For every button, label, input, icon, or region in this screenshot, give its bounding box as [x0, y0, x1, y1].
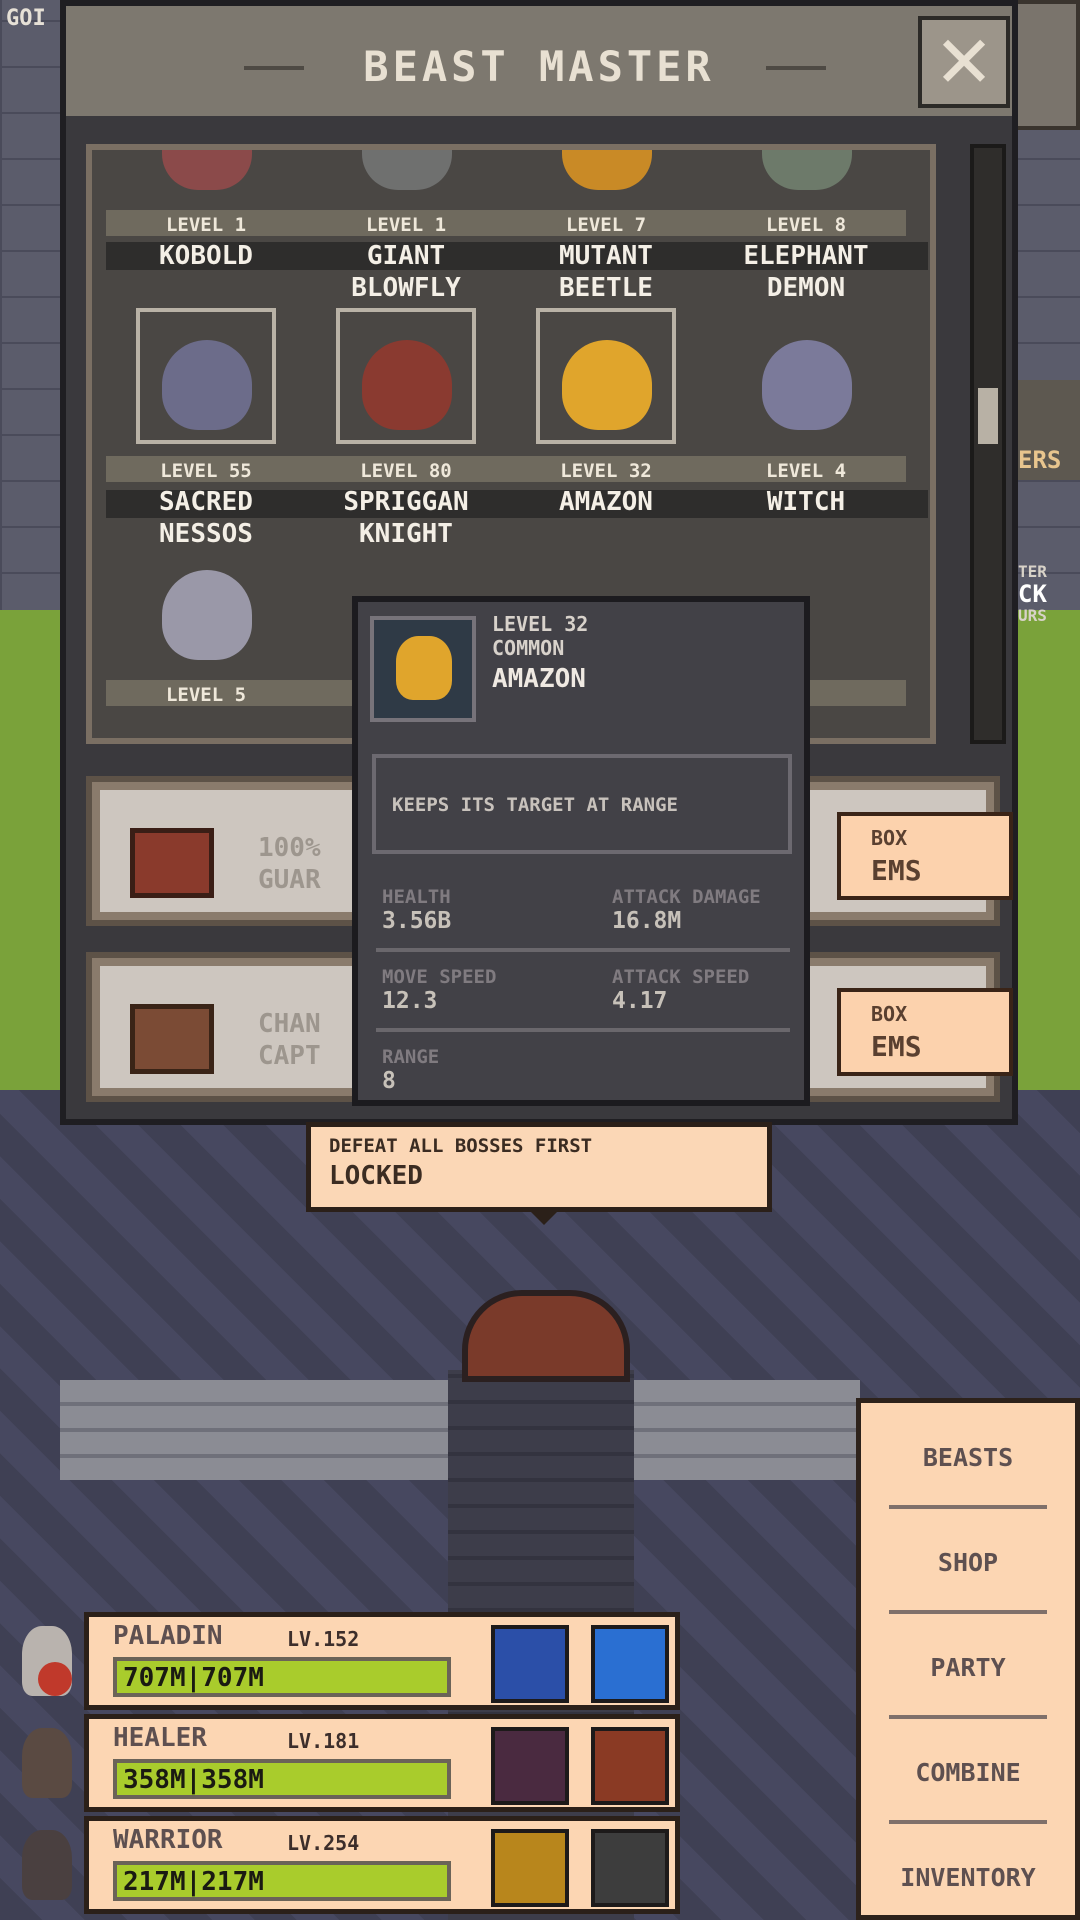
chest-text: 100% [258, 833, 321, 863]
golem-skill-icon[interactable] [591, 1829, 669, 1907]
main-menu: BEASTS SHOP PARTY COMBINE INVENTORY [856, 1398, 1080, 1920]
menu-shop[interactable]: SHOP [861, 1548, 1075, 1577]
party-member-warrior[interactable]: WARRIOR LV.254 217M|217M [0, 1816, 680, 1914]
beast-portrait [370, 616, 476, 722]
tooltip-name: AMAZON [492, 664, 586, 694]
menu-party[interactable]: PARTY [861, 1653, 1075, 1682]
chest-text: GUAR [258, 865, 321, 895]
beast-name: AMAZON [559, 487, 653, 517]
beast-name: ELEPHANT [743, 241, 869, 271]
health-bar: 358M|358M [113, 1759, 451, 1799]
party-member-healer[interactable]: HEALER LV.181 358M|358M [0, 1714, 680, 1812]
beast-sprite [362, 340, 452, 430]
buy-chest-button[interactable]: BOX EMS [837, 988, 1013, 1076]
attack-damage-label: ATTACK DAMAGE [612, 886, 761, 908]
attack-speed-value: 4.17 [612, 988, 668, 1014]
beast-level: LEVEL 4 [765, 460, 847, 482]
menu-beasts[interactable]: BEASTS [861, 1443, 1075, 1472]
health-value: 3.56B [382, 908, 452, 934]
beast-name: BLOWFLY [351, 273, 461, 303]
side-text-fragment: TER [1018, 562, 1047, 581]
beast-sprite [762, 150, 852, 190]
attack-speed-label: ATTACK SPEED [612, 966, 750, 988]
move-speed-label: MOVE SPEED [382, 966, 497, 988]
beast-name: KNIGHT [359, 519, 453, 549]
aura-skill-icon[interactable] [591, 1625, 669, 1703]
close-button[interactable]: ✕ [918, 16, 1010, 108]
side-text-fragment: ERS [1018, 446, 1062, 474]
castle-gate[interactable] [462, 1290, 630, 1382]
close-icon: ✕ [933, 20, 995, 104]
buy-chest-button[interactable]: BOX EMS [837, 812, 1013, 900]
beast-name: SPRIGGAN [343, 487, 469, 517]
move-speed-value: 12.3 [382, 988, 438, 1014]
health-bar: 217M|217M [113, 1861, 451, 1901]
grid-scrollbar[interactable] [970, 144, 1006, 744]
warrior-avatar [8, 1826, 88, 1912]
beast-name: WITCH [766, 487, 846, 517]
side-text-fragment: URS [1018, 606, 1047, 625]
beast-name: DEMON [766, 273, 846, 303]
beast-level: LEVEL 1 [365, 214, 447, 236]
locked-status: LOCKED [329, 1161, 423, 1191]
beast-sprite [162, 150, 252, 190]
vortex-skill-icon[interactable] [491, 1625, 569, 1703]
attack-damage-value: 16.8M [612, 908, 682, 934]
range-label: RANGE [382, 1046, 440, 1068]
beast-name: BEETLE [559, 273, 653, 303]
party-member-paladin[interactable]: PALADIN LV.152 707M|707M [0, 1612, 680, 1710]
healer-avatar [8, 1724, 88, 1810]
beast-sprite [162, 340, 252, 430]
beast-sprite [362, 150, 452, 190]
beast-sprite [562, 150, 652, 190]
tooltip-level: LEVEL 32 [492, 612, 589, 636]
chest-text: CAPT [258, 1041, 321, 1071]
chest-text: CHAN [258, 1009, 321, 1039]
gold-hud-label: GOI [6, 6, 46, 31]
panel-title: BEAST MASTER [363, 42, 715, 91]
scrollbar-thumb[interactable] [978, 388, 998, 444]
beast-level: LEVEL 7 [565, 214, 647, 236]
beast-level: LEVEL 55 [160, 460, 252, 482]
beast-level: LEVEL 8 [765, 214, 847, 236]
party-member-name: PALADIN [113, 1621, 223, 1651]
tooltip-rarity: COMMON [492, 636, 565, 660]
party-member-name: HEALER [113, 1723, 207, 1753]
beast-level: LEVEL 5 [165, 684, 247, 706]
health-label: HEALTH [382, 886, 451, 908]
menu-inventory[interactable]: INVENTORY [861, 1863, 1075, 1892]
locked-gate-bubble: DEFEAT ALL BOSSES FIRST LOCKED [306, 1122, 772, 1212]
bubble-pointer [526, 1207, 562, 1225]
beast-sprite [762, 340, 852, 430]
fire-skill-icon[interactable] [591, 1727, 669, 1805]
party-member-level: LV.181 [287, 1729, 360, 1753]
menu-combine[interactable]: COMBINE [861, 1758, 1075, 1787]
beast-sprite [562, 340, 652, 430]
red-chest-icon [130, 828, 214, 898]
brown-chest-icon [130, 1004, 214, 1074]
beast-name: SACRED [159, 487, 253, 517]
locked-hint: DEFEAT ALL BOSSES FIRST [329, 1135, 593, 1157]
panel-header: BEAST MASTER ✕ [66, 6, 1012, 116]
side-button-fragment[interactable] [1010, 0, 1080, 130]
beast-name: KOBOLD [159, 241, 253, 271]
range-value: 8 [382, 1068, 396, 1094]
tooltip-description: KEEPS ITS TARGET AT RANGE [372, 754, 792, 854]
beast-level: LEVEL 1 [165, 214, 247, 236]
beast-name: GIANT [366, 241, 446, 271]
party-member-name: WARRIOR [113, 1825, 223, 1855]
party-member-level: LV.254 [287, 1831, 360, 1855]
beast-name: NESSOS [159, 519, 253, 549]
party-member-level: LV.152 [287, 1627, 360, 1651]
lightning-skill-icon[interactable] [491, 1727, 569, 1805]
side-text-fragment: CK [1018, 580, 1047, 608]
beast-tooltip: LEVEL 32 COMMON AMAZON KEEPS ITS TARGET … [352, 596, 810, 1106]
beast-level: LEVEL 80 [360, 460, 452, 482]
paladin-avatar [8, 1622, 88, 1708]
beast-name: MUTANT [559, 241, 653, 271]
health-bar: 707M|707M [113, 1657, 451, 1697]
beast-sprite [162, 570, 252, 660]
beast-level: LEVEL 32 [560, 460, 652, 482]
sword-skill-icon[interactable] [491, 1829, 569, 1907]
